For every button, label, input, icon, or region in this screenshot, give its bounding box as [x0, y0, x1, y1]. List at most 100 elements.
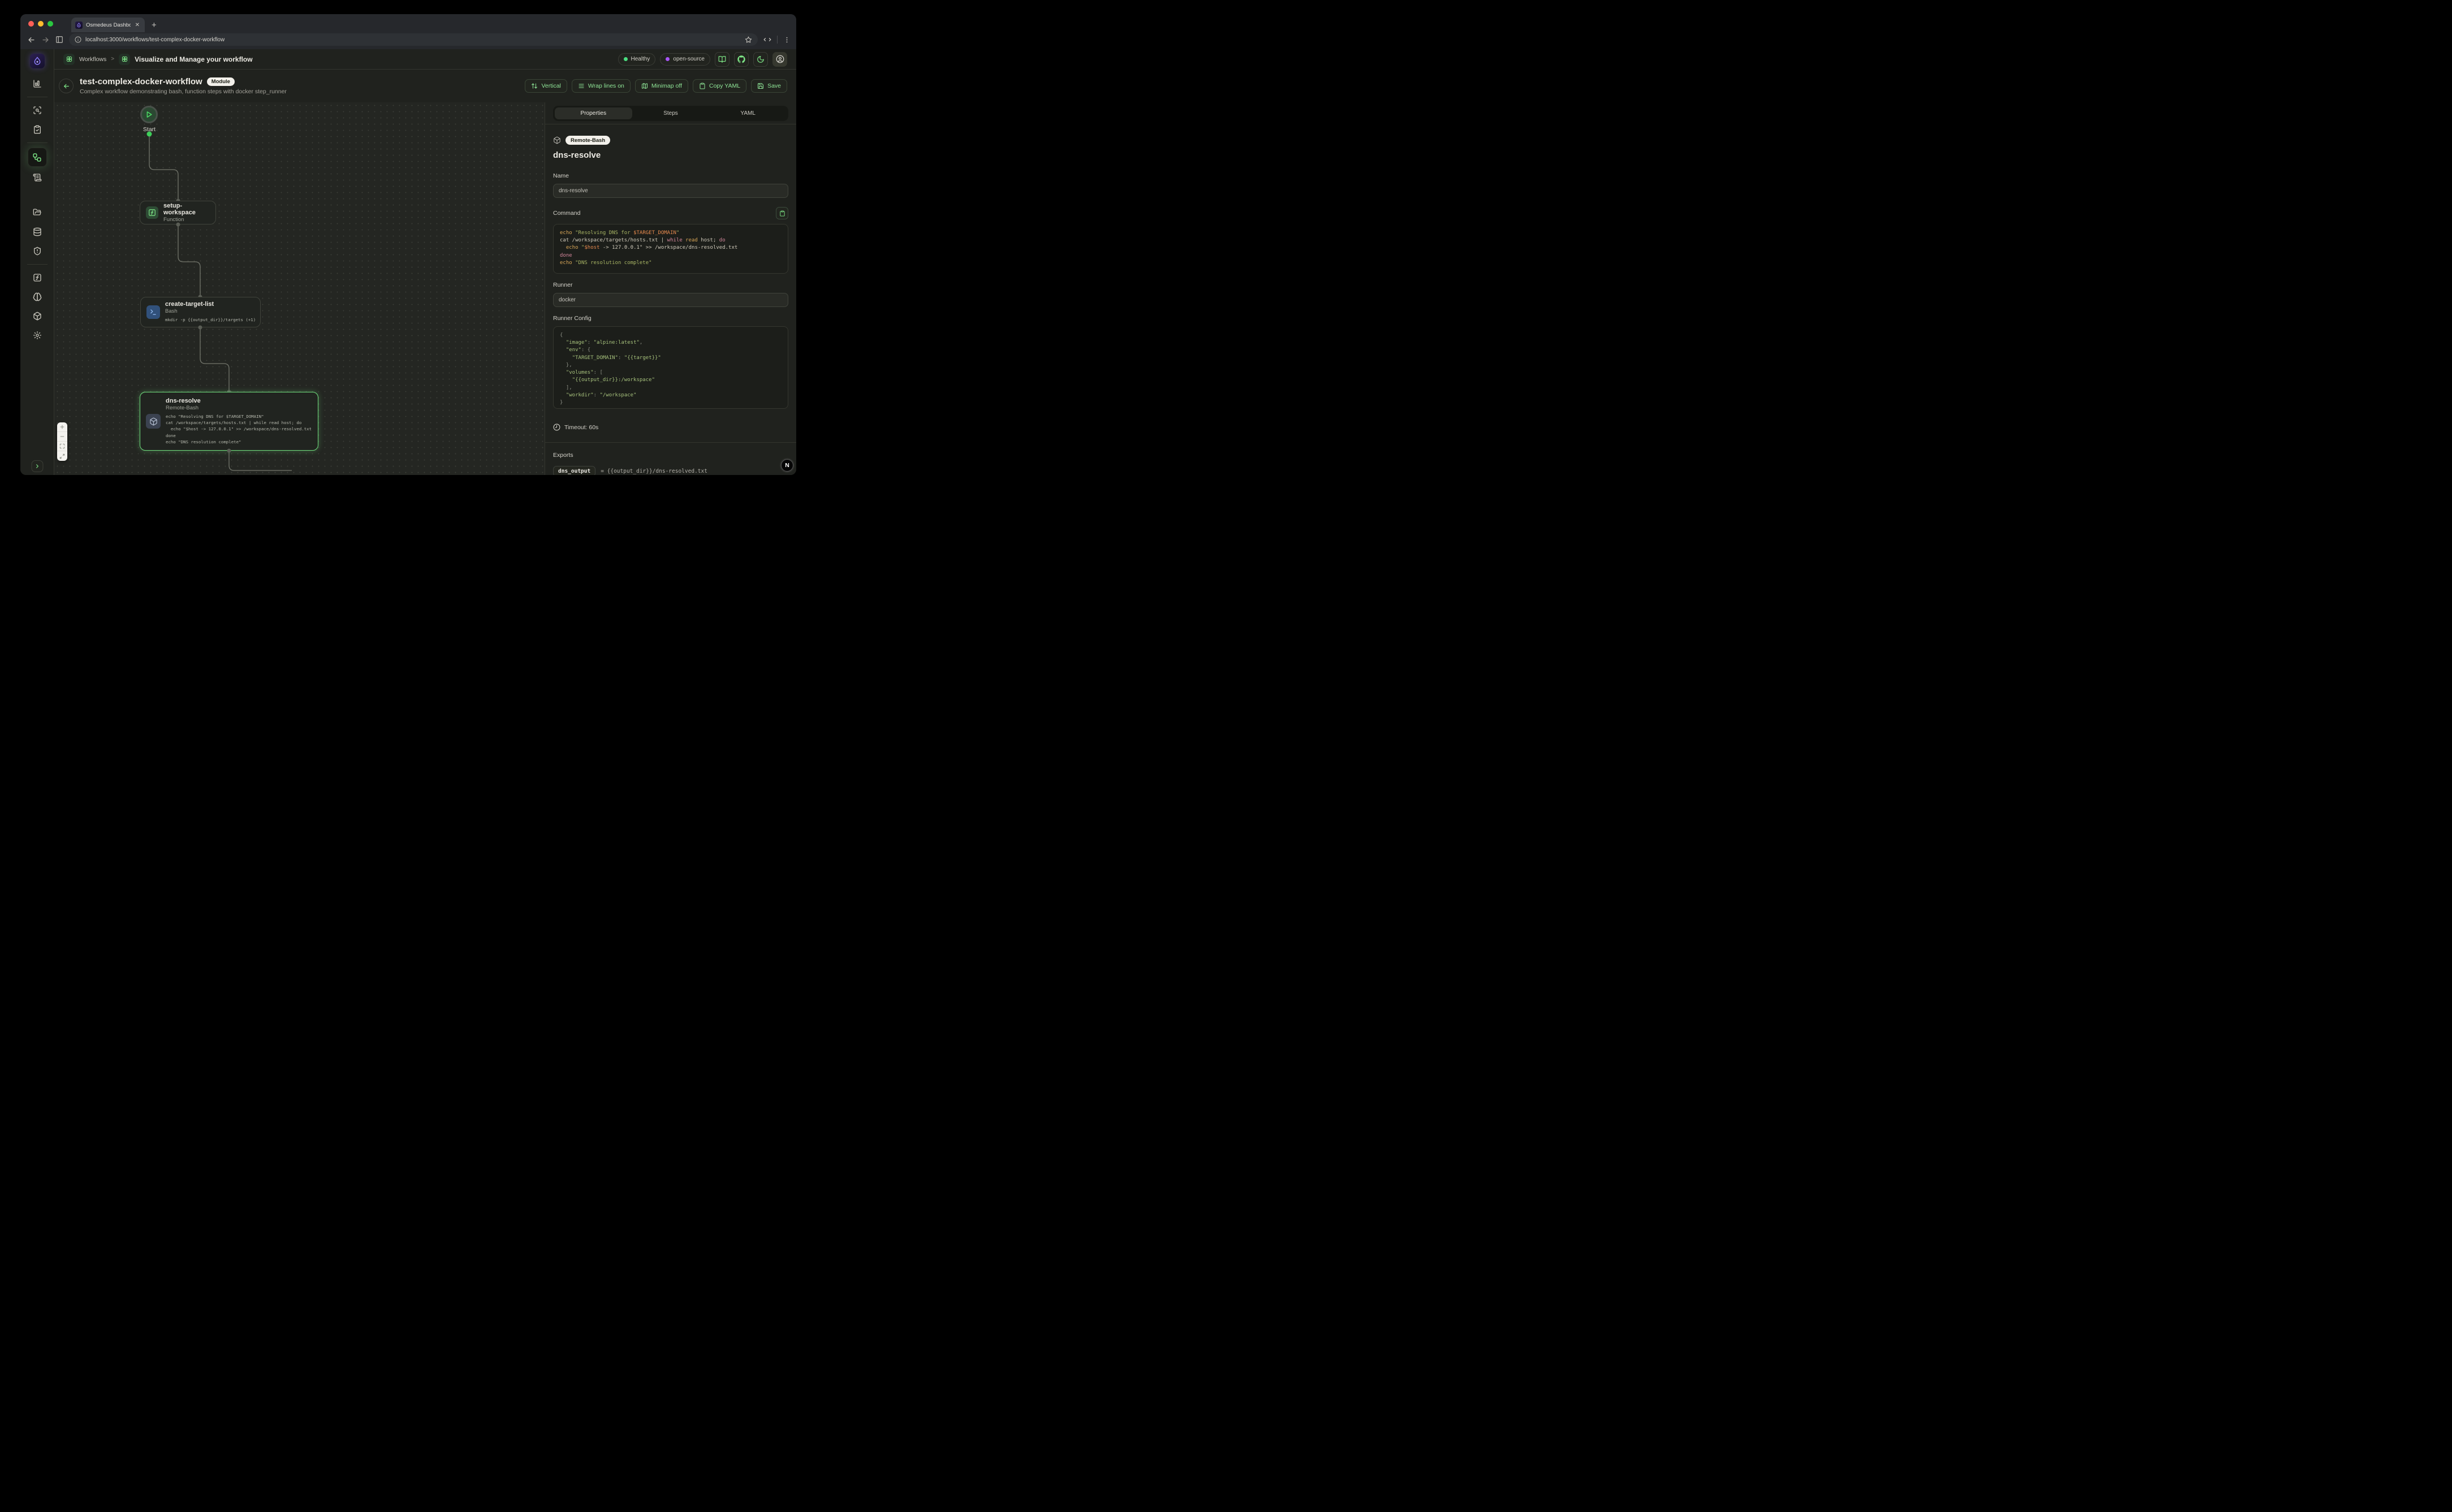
zoom-in-button[interactable]: [57, 422, 67, 432]
database-icon: [33, 227, 42, 236]
play-icon: [145, 110, 153, 119]
start-connector-dot[interactable]: [147, 132, 152, 137]
runner-config-block[interactable]: { "image": "alpine:latest", "env": { "TA…: [553, 326, 788, 409]
browser-actions: [763, 36, 791, 44]
zoom-out-button[interactable]: [57, 432, 67, 442]
sidebar-item-scan[interactable]: [29, 102, 46, 119]
github-icon: [737, 55, 745, 63]
fit-view-button[interactable]: [57, 442, 67, 451]
back-button[interactable]: [59, 79, 74, 93]
arrow-up-down-icon: [531, 83, 538, 89]
sidebar-item-ai[interactable]: [29, 288, 46, 305]
osmedeus-favicon: [75, 21, 83, 29]
theme-toggle-button[interactable]: [753, 52, 768, 67]
osmedeus-logo[interactable]: [30, 54, 45, 68]
name-label: Name: [553, 172, 788, 179]
new-tab-button[interactable]: +: [145, 20, 157, 32]
sidebar-item-functions[interactable]: [29, 269, 46, 286]
workflow-icon: [32, 153, 42, 162]
tab-steps[interactable]: Steps: [632, 107, 710, 119]
name-input[interactable]: [553, 184, 788, 198]
sidebar-item-scripts[interactable]: [29, 169, 46, 186]
start-node[interactable]: [140, 106, 158, 123]
copy-yaml-button[interactable]: Copy YAML: [693, 79, 746, 93]
notifications-button[interactable]: N: [781, 459, 793, 472]
sidebar-divider: [27, 142, 48, 143]
url-text: localhost:3000/workflows/test-complex-do…: [85, 37, 741, 43]
step-name-heading: dns-resolve: [553, 150, 788, 160]
health-status-badge: Healthy: [618, 53, 656, 66]
workflow-canvas[interactable]: Start setup-workspace Function: [54, 102, 545, 475]
extension-code-icon[interactable]: [763, 36, 771, 44]
node-title: create-target-list: [165, 301, 256, 308]
sidebar-item-settings[interactable]: [29, 327, 46, 344]
command-label: Command: [553, 210, 580, 217]
window-controls: [20, 21, 59, 32]
node-setup-workspace[interactable]: setup-workspace Function: [140, 201, 216, 224]
gear-icon: [33, 331, 42, 340]
properties-panel: Properties Steps YAML Remote-Bash dns-re…: [545, 102, 796, 475]
docs-button[interactable]: [715, 52, 729, 67]
wrap-lines-button[interactable]: Wrap lines on: [572, 79, 631, 93]
url-bar[interactable]: localhost:3000/workflows/test-complex-do…: [69, 33, 758, 46]
workflow-clover-icon: [119, 54, 130, 65]
minimap-toggle-button[interactable]: Minimap off: [635, 79, 688, 93]
sidebar-item-packages[interactable]: [29, 308, 46, 325]
export-value: = {{output_dir}}/dns-resolved.txt: [601, 468, 707, 474]
layout-direction-button[interactable]: Vertical: [525, 79, 567, 93]
forward-icon[interactable]: [41, 36, 50, 44]
package-icon: [553, 136, 561, 144]
site-info-icon[interactable]: [75, 36, 81, 43]
chevron-right-icon: [34, 463, 40, 469]
function-square-icon: [146, 206, 158, 219]
bookmark-star-icon[interactable]: [745, 36, 752, 44]
back-icon[interactable]: [27, 36, 36, 44]
node-code: mkdir -p {{output_dir}}/targets (+1): [165, 317, 256, 323]
side-panel-icon[interactable]: [55, 36, 63, 44]
fullscreen-button[interactable]: [57, 451, 67, 461]
connector-dot[interactable]: [227, 449, 231, 453]
section-divider: [545, 442, 796, 443]
command-code-block[interactable]: echo "Resolving DNS for $TARGET_DOMAIN"c…: [553, 224, 788, 274]
map-icon: [641, 83, 648, 89]
sidebar-item-files[interactable]: [29, 204, 46, 221]
copy-command-button[interactable]: [776, 207, 788, 219]
sidebar-item-database[interactable]: [29, 223, 46, 240]
save-button[interactable]: Save: [751, 79, 787, 93]
node-dns-resolve[interactable]: dns-resolve Remote-Bash echo "Resolving …: [140, 392, 318, 451]
browser-window: Osmedeus Dashboard ✕ + localhost:3000/wo…: [20, 14, 796, 475]
open-source-label: open-source: [673, 56, 705, 62]
package-icon: [33, 312, 42, 321]
tab-properties[interactable]: Properties: [555, 107, 632, 119]
sidebar-item-tasks[interactable]: [29, 121, 46, 138]
user-menu-button[interactable]: [772, 52, 787, 67]
node-title: dns-resolve: [166, 398, 312, 404]
minimize-window-button[interactable]: [38, 21, 44, 27]
sidebar-item-vulnerabilities[interactable]: [29, 243, 46, 260]
node-create-target-list[interactable]: create-target-list Bash mkdir -p {{outpu…: [140, 297, 261, 327]
bar-chart-icon: [33, 79, 42, 88]
clock-icon: [553, 424, 560, 431]
export-key-badge: dns_output: [553, 466, 595, 475]
maximize-window-button[interactable]: [48, 21, 53, 27]
sidebar-expand-button[interactable]: [31, 460, 43, 472]
browser-menu-icon[interactable]: [783, 36, 791, 44]
breadcrumb-workflows[interactable]: Workflows: [79, 56, 106, 63]
exports-label: Exports: [553, 452, 788, 459]
workflow-title: test-complex-docker-workflow: [80, 77, 202, 87]
panel-tabs: Properties Steps YAML: [553, 106, 788, 121]
close-window-button[interactable]: [28, 21, 34, 27]
runner-input[interactable]: [553, 293, 788, 307]
github-button[interactable]: [734, 52, 749, 67]
connector-dot[interactable]: [176, 223, 180, 227]
app-root: Workflows > Visualize and Manage your wo…: [20, 49, 796, 475]
runner-label: Runner: [553, 282, 788, 288]
tab-yaml[interactable]: YAML: [709, 107, 787, 119]
arrow-left-icon: [63, 83, 70, 90]
sidebar-item-dashboard[interactable]: [29, 75, 46, 92]
browser-tab[interactable]: Osmedeus Dashboard ✕: [71, 18, 145, 32]
connector-dot[interactable]: [198, 326, 202, 330]
page-title: Visualize and Manage your workflow: [135, 55, 253, 63]
tab-close-icon[interactable]: ✕: [134, 22, 141, 28]
sidebar-item-workflows[interactable]: [28, 148, 47, 167]
